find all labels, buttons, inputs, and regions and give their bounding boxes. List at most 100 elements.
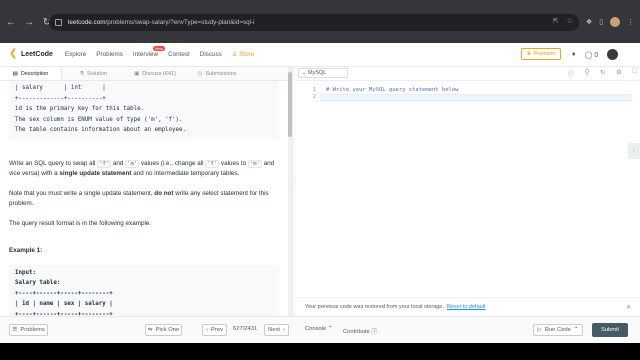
description-content: | salary | int | +-------------+--------… bbox=[9, 81, 279, 316]
next-button[interactable]: Next › bbox=[264, 324, 289, 336]
url-text: leetcode.com/problems/swap-salary/?envTy… bbox=[68, 19, 255, 26]
inline-code: 'f' bbox=[205, 159, 220, 168]
nav-contest[interactable]: Contest bbox=[168, 51, 190, 58]
example-heading: Example 1: bbox=[9, 246, 43, 254]
contribute-label: Contribute bbox=[343, 329, 370, 335]
reset-to-default-link[interactable]: Reset to default bbox=[447, 304, 486, 310]
note-paragraph: Note that you must write a single update… bbox=[9, 189, 279, 209]
header-icons: ♦ ◯ 0 bbox=[572, 49, 619, 60]
history-icon: ◷ bbox=[197, 70, 203, 77]
close-icon[interactable]: ✕ bbox=[626, 304, 631, 311]
info-icon[interactable]: ⓘ bbox=[568, 69, 574, 78]
collapse-handle-icon[interactable]: ‹ bbox=[628, 143, 640, 159]
tab-submissions-label: Submissions bbox=[205, 70, 237, 77]
tab-discuss[interactable]: ▣ Discuss (641) bbox=[124, 67, 186, 80]
description-icon: ▤ bbox=[12, 70, 18, 77]
coins-counter[interactable]: ◯ 0 bbox=[585, 51, 599, 59]
problems-button[interactable]: ☰ Problems bbox=[9, 324, 48, 336]
next-label: Next bbox=[268, 327, 280, 333]
problem-statement: Write an SQL query to swap all 'f' and '… bbox=[9, 159, 279, 179]
prev-label: Prev bbox=[211, 327, 223, 333]
tab-discuss-label: Discuss (641) bbox=[142, 70, 176, 77]
reset-icon[interactable]: ↻ bbox=[600, 69, 605, 78]
console-toggle[interactable]: Console ⌃ bbox=[305, 326, 333, 332]
prev-button[interactable]: ‹ Prev bbox=[202, 324, 227, 336]
flask-icon: ⚗ bbox=[79, 70, 85, 77]
code-editor[interactable]: 1 2 # Write your MySQL query statement b… bbox=[296, 81, 632, 297]
back-icon[interactable]: ← bbox=[4, 16, 18, 30]
omnibox-icons: ⇱ ☆ bbox=[553, 17, 573, 25]
tab-description[interactable]: ▤ Description bbox=[0, 67, 62, 80]
bookmark-star-icon[interactable]: ☆ bbox=[567, 17, 573, 25]
notification-bell-icon[interactable]: ♦ bbox=[572, 51, 576, 58]
problem-tabs: ▤ Description ⚗ Solution ▣ Discuss (641) ◷ S… bbox=[0, 67, 288, 81]
logo-text[interactable]: LeetCode bbox=[21, 51, 53, 58]
chat-icon: ▣ bbox=[134, 70, 140, 77]
text-segment: Write an SQL query to swap all bbox=[9, 159, 98, 167]
line-numbers: 1 2 bbox=[296, 87, 316, 101]
browser-menu-icon[interactable]: ⋮ bbox=[627, 18, 634, 26]
submit-button[interactable]: Submit bbox=[592, 323, 628, 337]
inline-code: 'm' bbox=[125, 159, 140, 168]
text-segment: and no intermediate temporary tables. bbox=[131, 169, 240, 177]
nav-explore[interactable]: Explore bbox=[65, 51, 86, 58]
tab-solution[interactable]: ⚗ Solution bbox=[62, 67, 124, 80]
pick-one-label: Pick One bbox=[155, 327, 180, 333]
tab-description-label: Description bbox=[20, 70, 49, 77]
problems-label: Problems bbox=[20, 327, 45, 333]
url-path: /problems/swap-salary/?envType=study-pla… bbox=[105, 19, 255, 26]
tab-submissions[interactable]: ◷ Submissions bbox=[186, 67, 248, 80]
address-bar[interactable]: leetcode.com/problems/swap-salary/?envTy… bbox=[49, 14, 579, 31]
profile-avatar[interactable] bbox=[610, 17, 621, 27]
new-badge: New bbox=[152, 46, 165, 51]
chevron-right-icon: › bbox=[282, 327, 285, 333]
pick-one-button[interactable]: ⇋ Pick One bbox=[145, 324, 182, 336]
active-line-highlight bbox=[320, 94, 632, 101]
text-segment: and bbox=[111, 159, 126, 167]
example-input-text: Input: Salary table: +----+------+-----+… bbox=[15, 269, 113, 317]
braces-icon[interactable]: {} bbox=[585, 69, 589, 78]
language-label: MySQL bbox=[308, 70, 327, 76]
forward-icon[interactable]: → bbox=[22, 16, 36, 30]
text-segment: values (i.e., change all bbox=[139, 159, 206, 167]
nav-interview[interactable]: Interview New bbox=[132, 46, 165, 58]
bold-text: single update statement bbox=[59, 169, 132, 177]
bold-text: do not bbox=[154, 189, 174, 197]
top-nav: Explore Problems Interview New Contest Di… bbox=[65, 46, 254, 58]
sidebar-icon[interactable]: ▯ bbox=[599, 18, 603, 26]
premium-button[interactable]: ♛ Premium bbox=[521, 48, 561, 60]
nav-store[interactable]: ⚓ Store bbox=[232, 51, 254, 58]
contribute-button[interactable]: Contribute ⓘ bbox=[343, 326, 377, 335]
editor-toolbar: ⌄ MySQL ⓘ {} ↻ ⚙ ⛶ bbox=[296, 67, 640, 81]
settings-icon[interactable]: ⚙ bbox=[616, 69, 621, 78]
premium-label: Premium bbox=[533, 51, 556, 57]
schema-block: | salary | int | +-------------+--------… bbox=[9, 81, 279, 139]
restore-text: Your previous code was restored from you… bbox=[305, 304, 444, 310]
nav-interview-label: Interview bbox=[132, 51, 159, 58]
nav-discuss[interactable]: Discuss bbox=[200, 51, 222, 58]
run-code-label: Run Code bbox=[544, 327, 571, 333]
code-comment-line[interactable]: # Write your MySQL query statement below bbox=[326, 87, 458, 94]
chevron-left-icon: ‹ bbox=[206, 327, 208, 333]
site-header: ❮ LeetCode Explore Problems Interview New… bbox=[0, 43, 640, 67]
restore-notice: Your previous code was restored from you… bbox=[296, 297, 640, 316]
editor-icons: ⓘ {} ↻ ⚙ ⛶ bbox=[568, 69, 637, 78]
play-icon: ▷ bbox=[537, 327, 542, 333]
fullscreen-icon[interactable]: ⛶ bbox=[632, 69, 636, 78]
leetcode-logo-icon[interactable]: ❮ bbox=[9, 48, 18, 60]
nav-store-label: Store bbox=[239, 51, 255, 58]
premium-icon: ♛ bbox=[526, 51, 532, 57]
inline-code: 'f' bbox=[97, 159, 112, 168]
language-select[interactable]: ⌄ MySQL bbox=[298, 68, 348, 78]
line-number: 1 bbox=[312, 87, 316, 93]
user-avatar[interactable] bbox=[607, 49, 619, 60]
run-code-button[interactable]: ▷ Run Code ⌃ bbox=[533, 324, 583, 336]
nav-problems[interactable]: Problems bbox=[96, 51, 123, 58]
share-icon[interactable]: ⇱ bbox=[553, 17, 559, 25]
inline-code: 'm' bbox=[247, 159, 262, 168]
info-icon: ⓘ bbox=[371, 329, 378, 335]
address-row: ← → ↻ leetcode.com/problems/swap-salary/… bbox=[0, 13, 640, 33]
extension-puzzle-icon[interactable]: ❖ bbox=[586, 18, 592, 26]
chevron-up-icon: ⌃ bbox=[327, 326, 333, 332]
line-number: 2 bbox=[312, 94, 316, 100]
